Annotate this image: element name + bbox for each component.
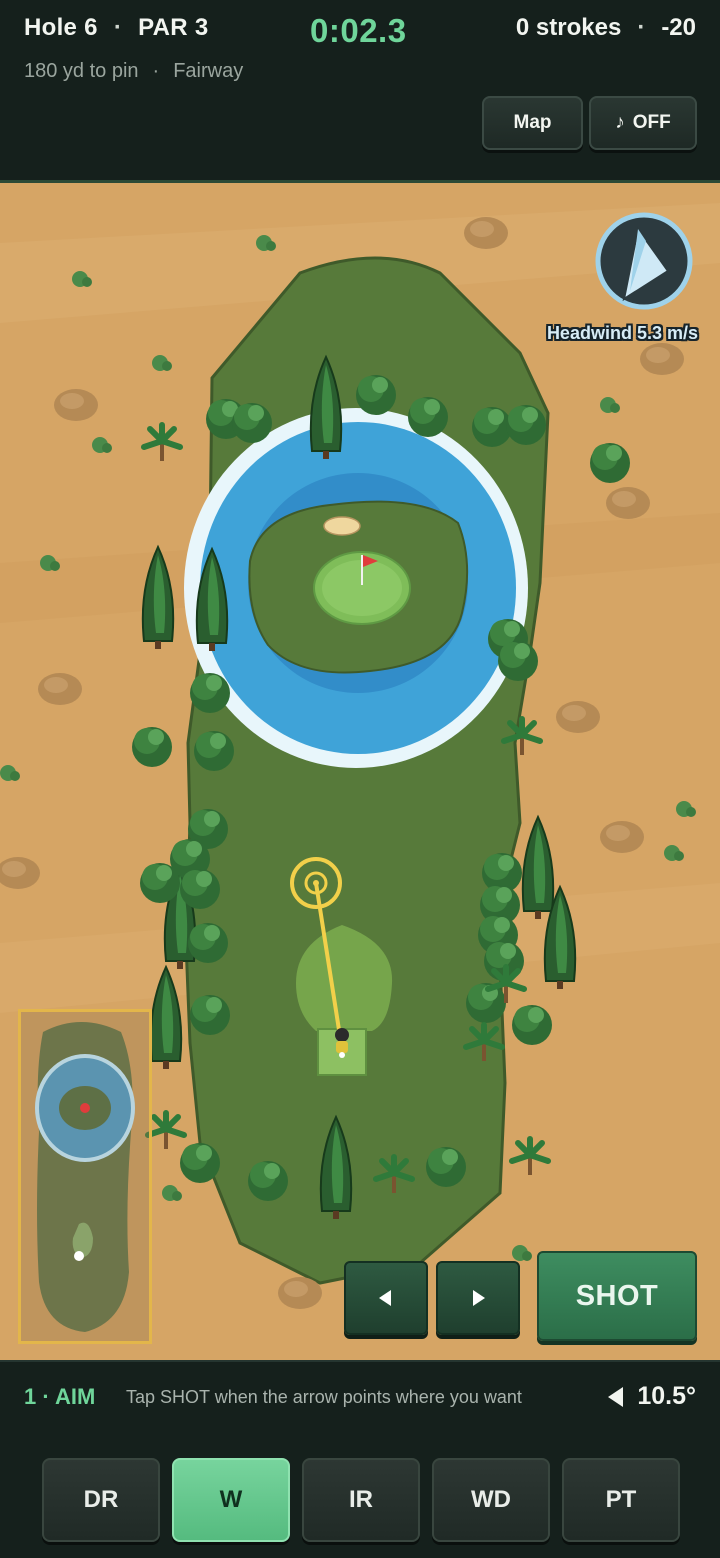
bottom-panel: 1 · AIM Tap SHOT when the arrow points w… bbox=[0, 1360, 720, 1558]
aim-right-button[interactable] bbox=[436, 1261, 520, 1335]
sound-state-label: OFF bbox=[632, 112, 671, 133]
separator: · bbox=[637, 14, 646, 41]
instruction-text: Tap SHOT when the arrow points where you… bbox=[126, 1387, 522, 1407]
step-indicator: 1 · AIM bbox=[24, 1384, 96, 1409]
course-view[interactable]: Headwind 5.3 m/s SHOT bbox=[0, 180, 720, 1360]
hole-info: Hole 6 · PAR 3 bbox=[24, 14, 209, 42]
map-button[interactable]: Map bbox=[482, 96, 583, 150]
club-button-dr[interactable]: DR bbox=[42, 1458, 160, 1542]
lie-info: 180 yd to pin · Fairway bbox=[24, 60, 243, 83]
minimap-course bbox=[35, 1022, 135, 1332]
separator: · bbox=[113, 14, 123, 41]
club-button-w[interactable]: W bbox=[172, 1458, 290, 1542]
aim-left-button[interactable] bbox=[344, 1261, 428, 1335]
wind-arrow-icon bbox=[595, 212, 693, 310]
club-button-pt[interactable]: PT bbox=[562, 1458, 680, 1542]
distance-to-pin: 180 yd to pin bbox=[24, 60, 139, 82]
stroke-count: 0 strokes bbox=[515, 14, 622, 41]
club-button-wd[interactable]: WD bbox=[432, 1458, 550, 1542]
hole-number: Hole 6 bbox=[24, 14, 98, 41]
separator: · bbox=[152, 60, 160, 82]
total-score: -20 bbox=[661, 14, 696, 41]
club-button-ir[interactable]: IR bbox=[302, 1458, 420, 1542]
arrow-left-icon bbox=[379, 1290, 391, 1306]
aim-angle: 10.5° bbox=[608, 1382, 696, 1411]
music-note-icon: ♪ bbox=[615, 112, 625, 133]
ball-lie: Fairway bbox=[173, 60, 244, 82]
score-info: 0 strokes · -20 bbox=[516, 14, 696, 42]
hole-par: PAR 3 bbox=[138, 14, 209, 41]
club-selector: DR W IR WD PT bbox=[42, 1458, 680, 1542]
wind-label: Headwind 5.3 m/s bbox=[546, 323, 698, 343]
top-bar: Hole 6 · PAR 3 0:02.3 0 strokes · -20 180 yd… bbox=[0, 0, 720, 180]
minimap[interactable] bbox=[18, 1009, 152, 1344]
shot-button[interactable]: SHOT bbox=[537, 1251, 697, 1341]
angle-direction-icon bbox=[608, 1386, 624, 1407]
arrow-right-icon bbox=[473, 1290, 485, 1306]
aim-angle-value: 10.5° bbox=[637, 1382, 696, 1410]
wind-indicator bbox=[594, 211, 694, 311]
shot-timer: 0:02.3 bbox=[310, 12, 407, 49]
sound-toggle-button[interactable]: ♪ OFF bbox=[589, 96, 697, 150]
